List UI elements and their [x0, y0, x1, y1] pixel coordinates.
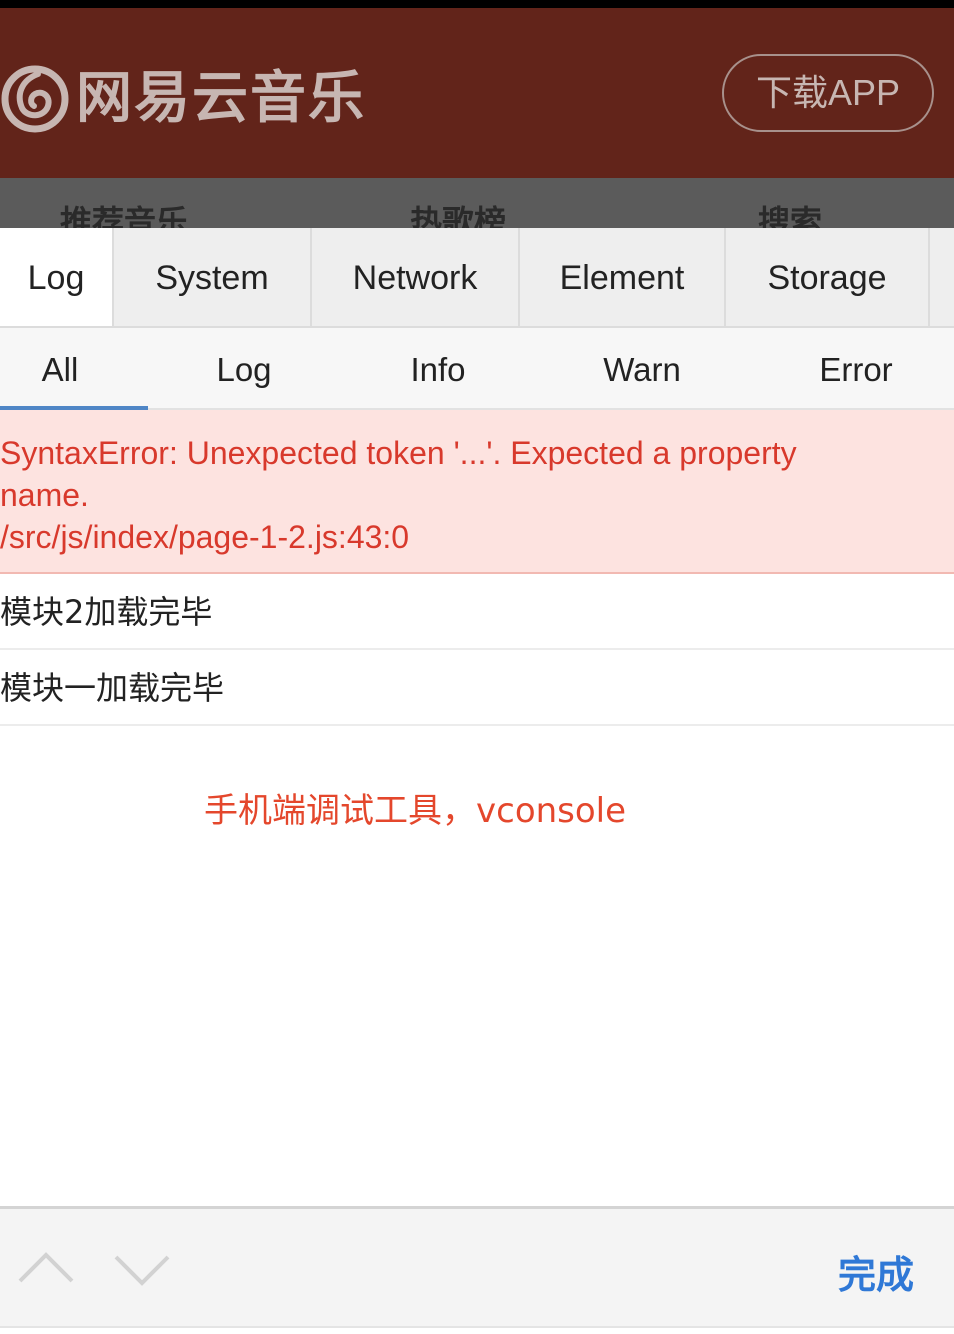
error-source-line: /src/js/index/page-1-2.js:43:0: [0, 519, 410, 555]
app-nav-hot[interactable]: 热歌榜: [410, 202, 506, 228]
log-item[interactable]: 模块一加载完毕: [0, 650, 954, 726]
filter-all[interactable]: All: [0, 328, 148, 410]
screen: 网易云音乐 下载APP 推荐音乐 热歌榜 搜索 Log System Netwo…: [0, 0, 954, 1334]
chevron-down-icon[interactable]: [112, 1239, 172, 1299]
app-nav: 推荐音乐 热歌榜 搜索: [0, 178, 954, 228]
netease-music-logo-icon: [1, 65, 69, 133]
app-header: 网易云音乐 下载APP: [0, 8, 954, 178]
download-app-button[interactable]: 下载APP: [722, 54, 934, 132]
tab-system[interactable]: System: [114, 228, 312, 326]
tab-log[interactable]: Log: [0, 228, 114, 326]
chevron-up-icon[interactable]: [16, 1239, 76, 1299]
input-accessory-toolbar: 完成: [0, 1206, 954, 1328]
log-item[interactable]: 模块2加载完毕: [0, 574, 954, 650]
app-logo: 网易云音乐: [0, 64, 366, 134]
app-nav-search[interactable]: 搜索: [758, 202, 822, 228]
filter-log[interactable]: Log: [184, 328, 304, 408]
annotation-caption: 手机端调试工具，vconsole: [204, 791, 627, 831]
done-button[interactable]: 完成: [838, 1245, 914, 1305]
status-strip: [0, 0, 954, 8]
tab-network[interactable]: Network: [312, 228, 520, 326]
error-message-line: SyntaxError: Unexpected token '...'. Exp…: [0, 435, 797, 471]
filter-info[interactable]: Info: [378, 328, 498, 408]
filter-error[interactable]: Error: [796, 328, 916, 408]
log-item-error[interactable]: SyntaxError: Unexpected token '...'. Exp…: [0, 410, 954, 574]
tab-element[interactable]: Element: [520, 228, 726, 326]
vconsole-panel: Log System Network Element Storage All L…: [0, 228, 954, 1334]
tab-storage[interactable]: Storage: [726, 228, 930, 326]
app-nav-recommend[interactable]: 推荐音乐: [60, 202, 188, 228]
vconsole-tabbar: Log System Network Element Storage: [0, 228, 954, 328]
vconsole-log-filter: All Log Info Warn Error: [0, 328, 954, 410]
filter-warn[interactable]: Warn: [582, 328, 702, 408]
error-message-line: name.: [0, 477, 89, 513]
app-logo-text: 网易云音乐: [76, 66, 366, 131]
